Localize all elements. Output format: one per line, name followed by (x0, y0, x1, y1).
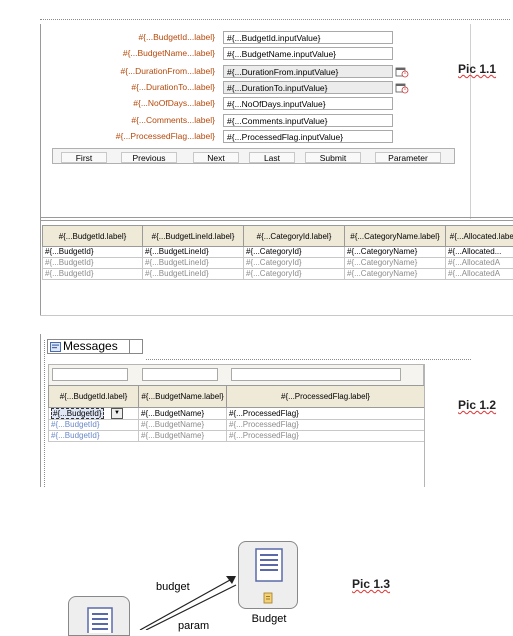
budget-node[interactable] (238, 541, 298, 609)
table-cell[interactable]: #{...BudgetId} (49, 431, 139, 442)
table1-top-line (40, 220, 513, 221)
table-cell: #{...CategoryId} (244, 247, 345, 258)
table-cell: #{...CategoryName} (345, 247, 446, 258)
previous-button[interactable]: Previous (121, 152, 177, 163)
table-cell: #{...BudgetLineId} (143, 258, 244, 269)
file-badge-icon (263, 592, 274, 604)
table-cell: #{...CategoryName} (345, 269, 446, 280)
table-row[interactable]: #{...BudgetId} ▼ #{...BudgetName} #{...P… (49, 408, 425, 420)
column-header[interactable]: #{...BudgetName.label} (139, 386, 227, 408)
table-cell: #{...AllocatedA (446, 258, 513, 269)
navigation-button-bar: First Previous Next Last Submit Paramete… (52, 148, 455, 164)
pic1-right-border (470, 24, 471, 219)
table-cell: #{...BudgetId} (43, 269, 143, 280)
pic1-top-border (40, 19, 510, 20)
column-header[interactable]: #{...Allocated.label} (446, 226, 513, 247)
pic-1-1-caption: Pic 1.1 (458, 62, 496, 76)
table2-right-border (424, 364, 425, 487)
filter-input[interactable] (52, 368, 128, 381)
table-row[interactable]: #{...BudgetId} #{...BudgetLineId} #{...C… (43, 258, 513, 269)
table-cell: #{...ProcessedFlag} (227, 431, 425, 442)
submit-button[interactable]: Submit (305, 152, 361, 163)
table-cell: #{...ProcessedFlag} (227, 408, 425, 420)
table-cell: #{...Allocated... (446, 247, 513, 258)
table-cell: #{...BudgetId} (43, 258, 143, 269)
durationfrom-input[interactable]: #{...DurationFrom.inputValue} (223, 65, 393, 78)
table-cell: #{...BudgetLineId} (143, 247, 244, 258)
table-cell[interactable]: #{...BudgetId} (49, 420, 139, 431)
column-header[interactable]: #{...BudgetId.label} (49, 386, 139, 408)
pic2-top-dotted (146, 359, 471, 360)
table-cell: #{...CategoryId} (244, 269, 345, 280)
messages-title: Messages (63, 340, 118, 353)
budget-lines-table: #{...BudgetId.label} #{...BudgetLineId.l… (42, 225, 513, 280)
table-row[interactable]: #{...BudgetId} #{...BudgetName} #{...Pro… (49, 431, 425, 442)
budgetid-select[interactable]: #{...BudgetId} (51, 408, 104, 419)
noofdays-input[interactable]: #{...NoOfDays.inputValue} (223, 97, 393, 110)
filter-input[interactable] (231, 368, 401, 381)
table1-bottom-line (40, 315, 513, 316)
comments-label: #{...Comments...label} (131, 115, 215, 125)
column-header[interactable]: #{...CategoryId.label} (244, 226, 345, 247)
budgetid-input[interactable]: #{...BudgetId.inputValue} (223, 31, 393, 44)
table-row[interactable]: #{...BudgetId} #{...BudgetName} #{...Pro… (49, 420, 425, 431)
noofdays-label: #{...NoOfDays...label} (133, 98, 215, 108)
pic1-bottom-border (40, 217, 513, 218)
pic1-left-border (40, 24, 41, 316)
durationfrom-label: #{...DurationFrom...label} (121, 66, 216, 76)
next-button[interactable]: Next (193, 152, 239, 163)
param-edge-label: param (178, 620, 209, 632)
column-header[interactable]: #{...ProcessedFlag.label} (227, 386, 425, 408)
table-cell: #{...BudgetId} (43, 247, 143, 258)
table-row[interactable]: #{...BudgetId} #{...BudgetLineId} #{...C… (43, 247, 513, 258)
table-cell[interactable]: #{...BudgetId} ▼ (49, 408, 139, 420)
column-header[interactable]: #{...BudgetLineId.label} (143, 226, 244, 247)
table-cell: #{...BudgetName} (139, 420, 227, 431)
messages-icon (50, 342, 61, 352)
chevron-down-icon[interactable]: ▼ (111, 408, 123, 419)
pic2-left-dotted (44, 340, 45, 487)
processedflag-input[interactable]: #{...ProcessedFlag.inputValue} (223, 130, 393, 143)
table-cell: #{...BudgetName} (139, 408, 227, 420)
messages-divider (129, 340, 130, 353)
table-cell: #{...BudgetLineId} (143, 269, 244, 280)
budget-edge-label: budget (156, 581, 190, 593)
table-cell: #{...CategoryName} (345, 258, 446, 269)
table-cell: #{...AllocatedA (446, 269, 513, 280)
budgetname-input[interactable]: #{...BudgetName.inputValue} (223, 47, 393, 60)
table-cell: #{...ProcessedFlag} (227, 420, 425, 431)
pic-1-2-label: Pic 1.2 (458, 398, 496, 412)
calendar-icon[interactable] (395, 82, 409, 94)
processedflag-label: #{...ProcessedFlag...label} (116, 131, 215, 141)
budgets-table: #{...BudgetId.label} #{...BudgetName.lab… (48, 385, 425, 442)
messages-box[interactable]: Messages (47, 339, 143, 354)
budgetid-select-value: #{...BudgetId} (53, 409, 102, 418)
filter-input[interactable] (142, 368, 218, 381)
budgetname-label: #{...BudgetName...label} (123, 48, 215, 58)
pic-1-1-label: Pic 1.1 (458, 62, 496, 76)
source-node[interactable] (68, 596, 130, 636)
pic-1-2-caption: Pic 1.2 (458, 398, 496, 412)
pic2-left-border (40, 334, 41, 487)
parameter-button[interactable]: Parameter (375, 152, 441, 163)
column-header[interactable]: #{...CategoryName.label} (345, 226, 446, 247)
table-row[interactable]: #{...BudgetId} #{...BudgetLineId} #{...C… (43, 269, 513, 280)
budget-node-label: Budget (238, 613, 300, 625)
budgetid-label: #{...BudgetId...label} (138, 32, 215, 42)
durationto-label: #{...DurationTo...label} (131, 82, 215, 92)
page-icon (87, 607, 113, 633)
first-button[interactable]: First (61, 152, 107, 163)
calendar-icon[interactable] (395, 66, 409, 78)
comments-input[interactable]: #{...Comments.inputValue} (223, 114, 393, 127)
column-header[interactable]: #{...BudgetId.label} (43, 226, 143, 247)
table-cell: #{...BudgetName} (139, 431, 227, 442)
last-button[interactable]: Last (249, 152, 295, 163)
durationto-input[interactable]: #{...DurationTo.inputValue} (223, 81, 393, 94)
page-icon (255, 548, 283, 582)
table-cell: #{...CategoryId} (244, 258, 345, 269)
